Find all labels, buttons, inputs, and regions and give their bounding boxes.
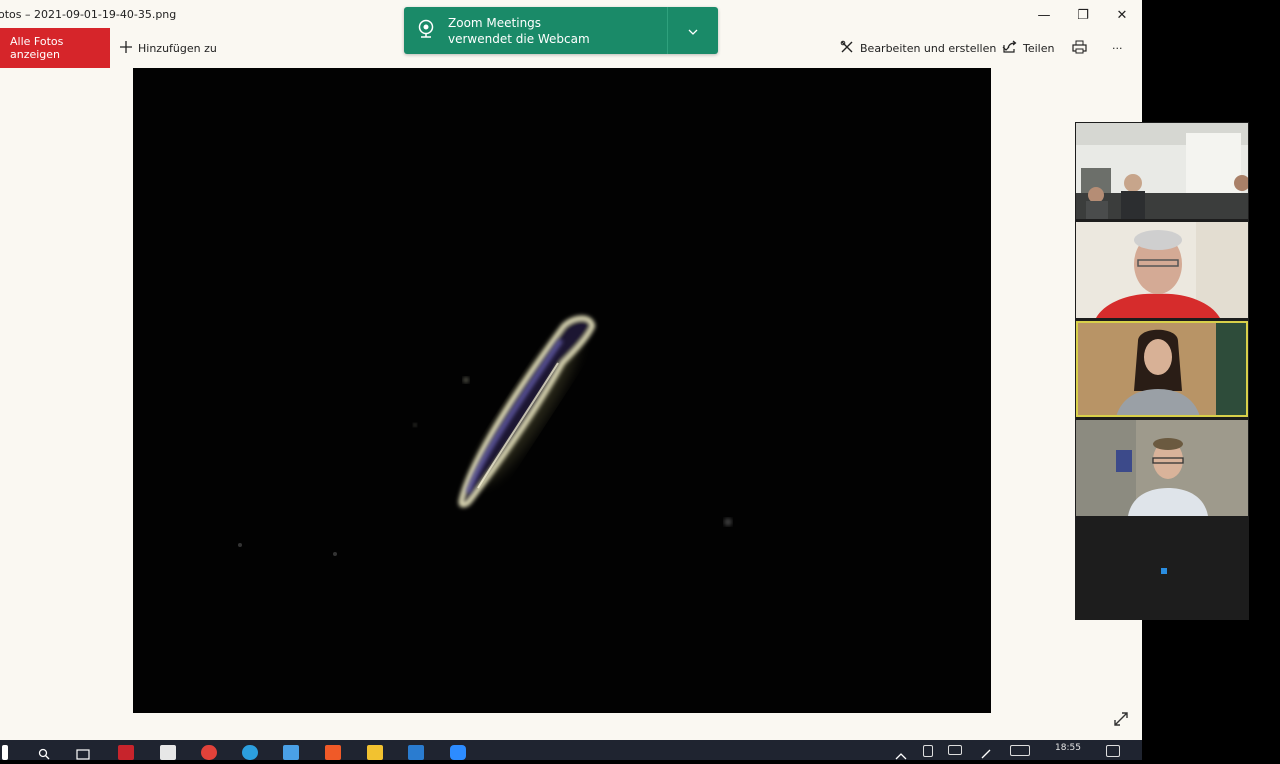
file-explorer-icon[interactable] [367,745,383,760]
app-icon[interactable] [408,745,424,760]
print-button[interactable] [1072,38,1087,58]
notification-app-name: Zoom Meetings [448,15,542,30]
plus-icon [120,40,132,56]
participant-video-tile[interactable] [1076,123,1248,219]
webcam-icon [416,19,436,43]
chevron-up-icon[interactable] [895,745,911,760]
minimize-icon: — [1037,7,1051,23]
more-icon: ··· [1112,41,1123,55]
pdf-app-icon[interactable] [118,745,134,760]
keyboard-icon[interactable] [1010,745,1030,756]
telegram-icon[interactable] [242,745,258,760]
participant-video-tile[interactable] [1076,420,1248,516]
start-icon[interactable] [2,745,8,760]
pen-icon[interactable] [980,745,996,760]
close-button[interactable]: ✕ [1104,4,1140,26]
restore-button[interactable]: ❐ [1065,4,1101,26]
zoom-video-gallery [1075,122,1249,620]
fullscreen-expand-icon[interactable] [1110,708,1132,730]
close-icon: ✕ [1116,7,1128,23]
chrome-icon[interactable] [201,745,217,760]
tray-device-icon[interactable] [923,745,933,757]
minimize-button[interactable]: — [1026,4,1062,26]
share-icon [1003,40,1017,56]
share-button[interactable]: Teilen [1003,38,1054,58]
participant-video-tile-active[interactable] [1076,321,1248,417]
photos-app-icon[interactable] [283,745,299,760]
restore-icon: ❐ [1077,7,1089,23]
microscope-image [238,315,732,556]
all-photos-button[interactable]: Alle Fotos anzeigen [0,28,110,68]
share-label: Teilen [1023,41,1055,55]
video-tile-lab [1076,123,1248,219]
printer-icon [1072,40,1087,57]
all-photos-label: Alle Fotos anzeigen [10,35,64,61]
edit-create-label: Bearbeiten und erstellen [860,41,997,55]
store-icon[interactable] [160,745,176,760]
loading-indicator-dot [1161,568,1167,574]
search-icon[interactable] [38,745,54,760]
edit-tools-icon [840,40,854,57]
notifications-icon[interactable] [1106,745,1120,757]
taskbar-clock[interactable]: 18:55 [1055,743,1081,753]
notification-expand-button[interactable] [668,24,718,38]
more-options-button[interactable]: ··· [1112,38,1123,58]
edit-create-button[interactable]: Bearbeiten und erstellen [840,38,1010,58]
participant-video-tile[interactable] [1076,222,1248,318]
windows-taskbar [0,740,1142,760]
brave-icon[interactable] [325,745,341,760]
photos-window: otos – 2021-09-01-19-40-35.png — ❐ ✕ All… [0,0,1142,740]
video-tile-woman [1076,321,1248,417]
add-to-label: Hinzufügen zu [138,41,217,55]
video-tile-man-office [1076,420,1248,516]
add-to-button[interactable]: Hinzufügen zu [120,38,217,58]
zoom-icon[interactable] [450,745,466,760]
notification-message: verwendet die Webcam [448,31,590,46]
photo-viewer-image[interactable] [133,68,991,713]
video-tile-man-glasses [1076,222,1248,318]
chevron-down-icon [688,24,698,38]
task-view-icon[interactable] [76,745,92,760]
tray-network-icon[interactable] [948,745,962,755]
window-title: otos – 2021-09-01-19-40-35.png [0,8,177,21]
zoom-webcam-notification[interactable]: Zoom Meetings verwendet die Webcam [404,7,718,54]
